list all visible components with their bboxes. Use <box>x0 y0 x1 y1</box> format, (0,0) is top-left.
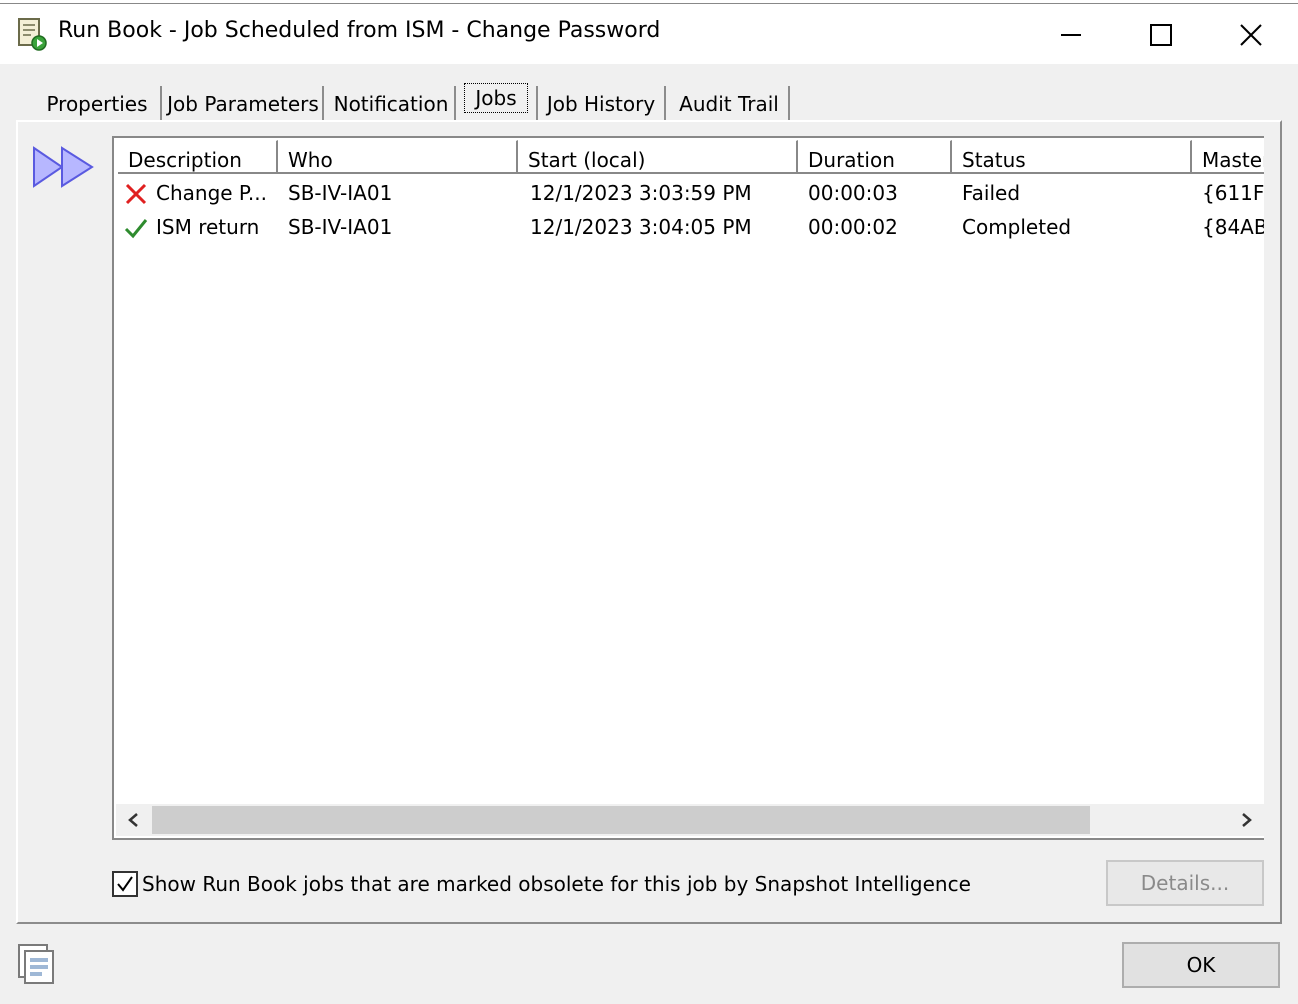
jobs-list[interactable]: Description Who Start (local) Duration S… <box>112 136 1264 840</box>
cell-status: Failed <box>962 181 1021 205</box>
tab-jobs[interactable]: Jobs <box>460 82 532 118</box>
completed-check-icon <box>124 216 148 240</box>
show-obsolete-label: Show Run Book jobs that are marked obsol… <box>142 872 971 896</box>
minimize-button[interactable] <box>1048 12 1094 58</box>
column-header-who[interactable]: Who <box>278 140 518 174</box>
column-header-duration[interactable]: Duration <box>798 140 952 174</box>
column-header-start[interactable]: Start (local) <box>518 140 798 174</box>
cell-who: SB-IV-IA01 <box>288 215 393 239</box>
cell-duration: 00:00:02 <box>808 215 898 239</box>
tab-label: Job History <box>546 92 656 116</box>
failed-x-icon <box>124 182 148 206</box>
tab-label: Job Parameters <box>167 92 319 116</box>
copy-pages-icon[interactable] <box>16 942 60 986</box>
cell-description: Change P... <box>156 181 267 205</box>
tab-audit-trail[interactable]: Audit Trail <box>670 86 790 122</box>
ok-button[interactable]: OK <box>1122 942 1280 988</box>
show-obsolete-option[interactable]: Show Run Book jobs that are marked obsol… <box>112 870 971 898</box>
show-obsolete-checkbox[interactable] <box>112 871 138 897</box>
tab-notification[interactable]: Notification <box>328 86 456 122</box>
scroll-left-chevron-icon[interactable] <box>116 804 150 836</box>
cell-who: SB-IV-IA01 <box>288 181 393 205</box>
cell-duration: 00:00:03 <box>808 181 898 205</box>
cell-master: {611F: <box>1202 181 1264 205</box>
scroll-right-chevron-icon[interactable] <box>1230 804 1264 836</box>
details-button[interactable]: Details... <box>1106 860 1264 906</box>
tab-label: Properties <box>46 92 148 116</box>
maximize-button[interactable] <box>1138 12 1184 58</box>
table-row[interactable]: ISM return SB-IV-IA01 12/1/2023 3:04:05 … <box>118 210 1264 244</box>
horizontal-scrollbar[interactable] <box>116 804 1264 836</box>
cell-master: {84AB <box>1202 215 1264 239</box>
cell-start: 12/1/2023 3:03:59 PM <box>530 181 752 205</box>
close-button[interactable] <box>1228 12 1274 58</box>
run-forward-icon[interactable] <box>32 144 96 190</box>
runbook-scroll-icon <box>16 16 48 52</box>
tab-job-parameters[interactable]: Job Parameters <box>164 86 324 122</box>
tab-properties[interactable]: Properties <box>34 86 162 122</box>
tab-label: Notification <box>333 92 449 116</box>
jobs-list-header: Description Who Start (local) Duration S… <box>118 140 1264 174</box>
column-header-description[interactable]: Description <box>118 140 278 174</box>
tab-label: Jobs <box>464 83 528 113</box>
tab-label: Audit Trail <box>679 92 779 116</box>
cell-start: 12/1/2023 3:04:05 PM <box>530 215 752 239</box>
table-row[interactable]: Change P... SB-IV-IA01 12/1/2023 3:03:59… <box>118 176 1264 210</box>
cell-status: Completed <box>962 215 1072 239</box>
cell-description: ISM return <box>156 215 260 239</box>
scrollbar-thumb[interactable] <box>152 806 1090 834</box>
column-header-status[interactable]: Status <box>952 140 1192 174</box>
column-header-master[interactable]: Master <box>1192 140 1264 174</box>
jobs-list-body: Change P... SB-IV-IA01 12/1/2023 3:03:59… <box>118 176 1264 244</box>
window-title: Run Book - Job Scheduled from ISM - Chan… <box>58 18 661 43</box>
title-bar: Run Book - Job Scheduled from ISM - Chan… <box>0 4 1298 64</box>
tab-job-history[interactable]: Job History <box>536 86 666 122</box>
